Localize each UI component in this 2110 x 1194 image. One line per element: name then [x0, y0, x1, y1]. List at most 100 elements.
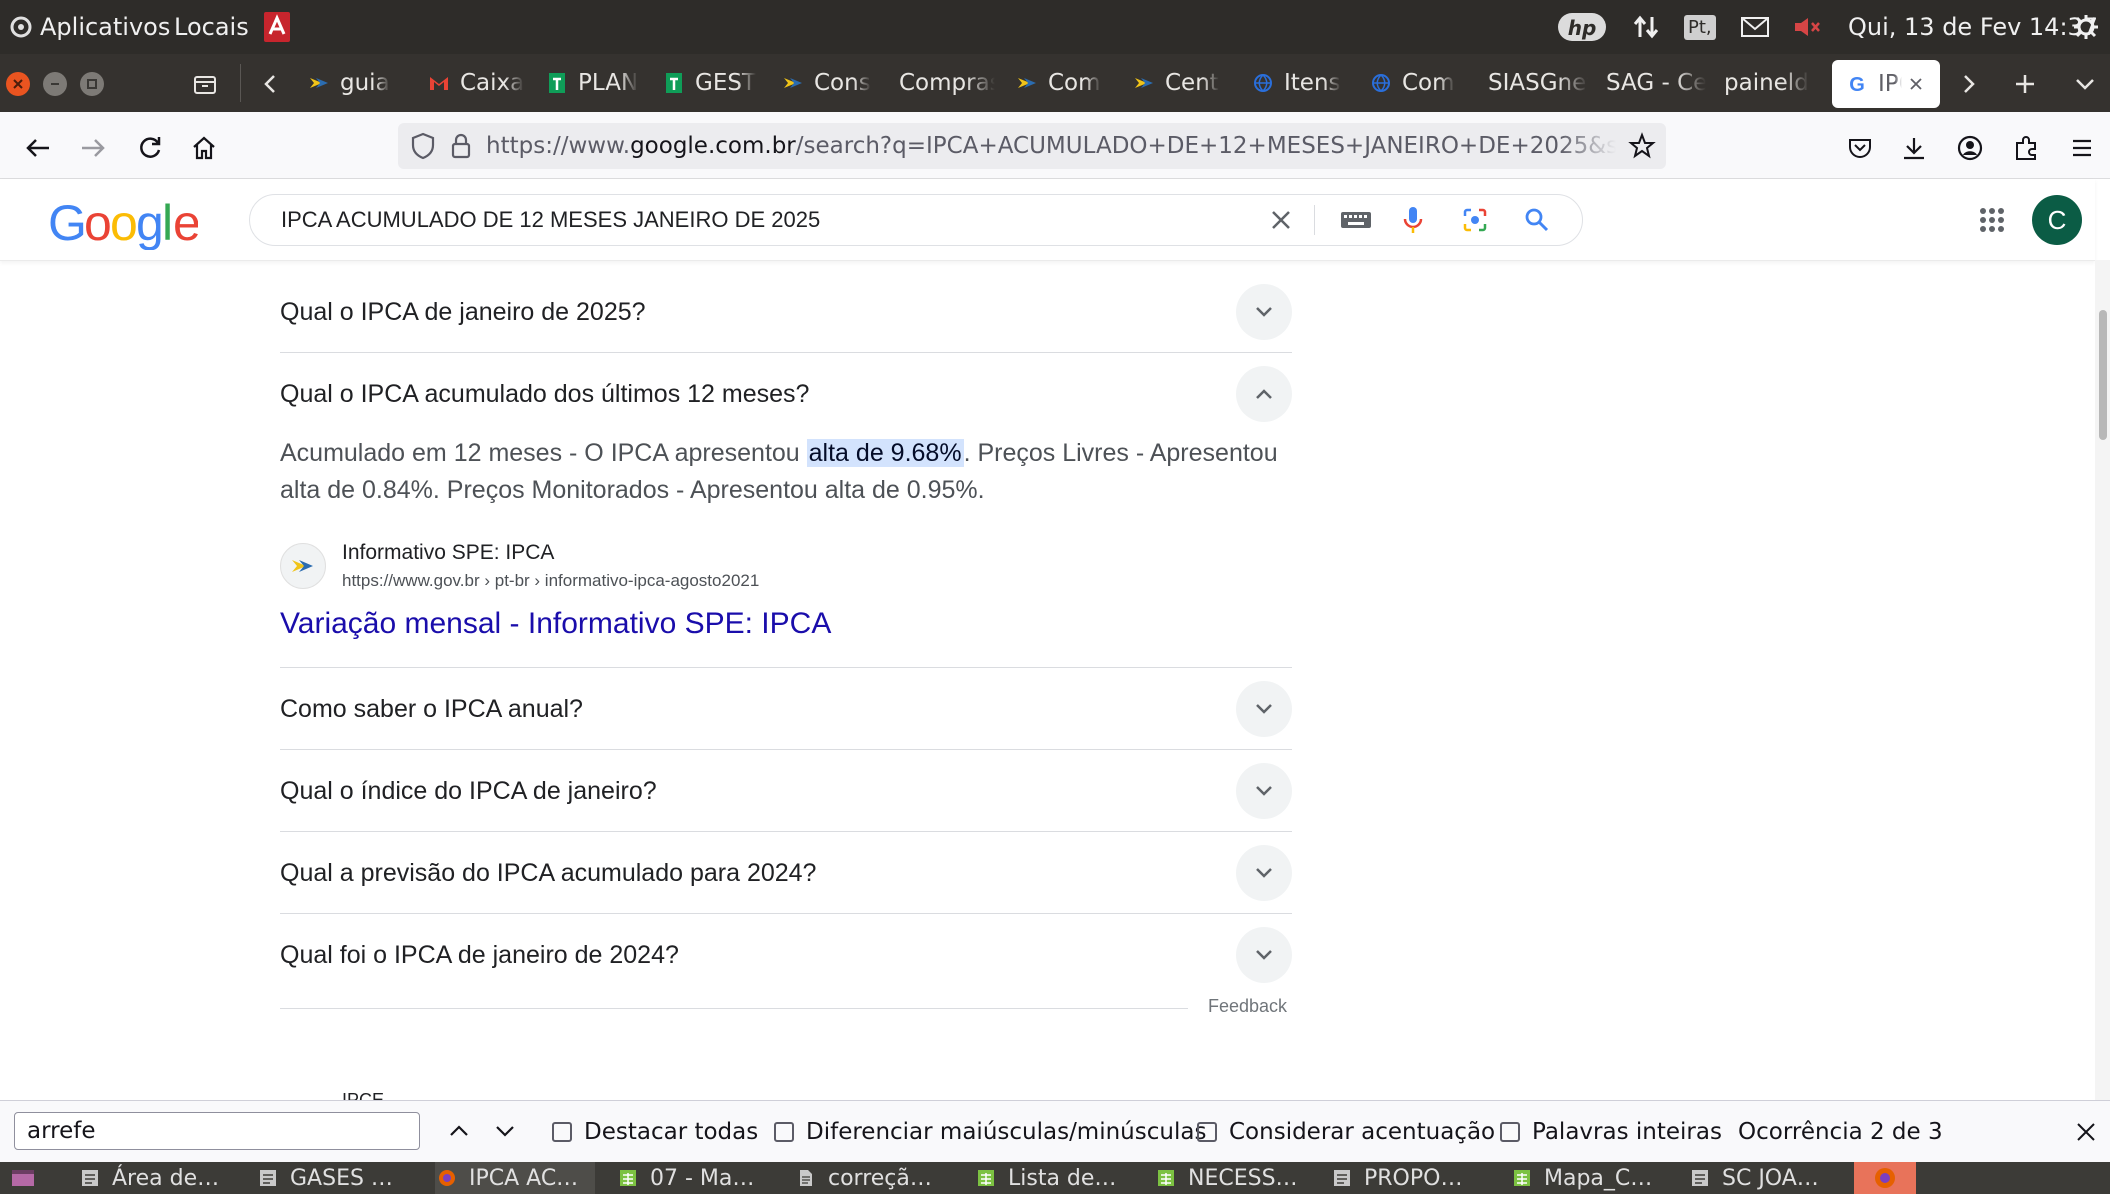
taskbar-item-0[interactable]: Área de… [80, 1162, 230, 1194]
source-favicon[interactable] [280, 543, 326, 589]
volume-muted-icon[interactable] [1792, 0, 1822, 54]
checkbox-box[interactable] [1500, 1122, 1520, 1142]
checkbox-box[interactable] [1197, 1122, 1217, 1142]
forward-button[interactable] [75, 130, 111, 166]
network-icon[interactable] [1632, 0, 1660, 54]
reload-button[interactable] [132, 130, 168, 166]
feedback-link[interactable]: Feedback [1208, 996, 1287, 1017]
window-maximize-button[interactable] [80, 72, 104, 96]
workspace-switcher-firefox[interactable] [1854, 1162, 1916, 1194]
voice-search-button[interactable] [1396, 203, 1430, 237]
keyboard-layout-indicator[interactable]: Pt, [1684, 0, 1716, 54]
expand-button[interactable] [1236, 927, 1292, 983]
back-button[interactable] [20, 130, 56, 166]
find-input[interactable]: arrefe [14, 1112, 420, 1150]
window-close-button[interactable] [6, 72, 30, 96]
tab-11[interactable]: SAG - Ce [1606, 54, 1706, 112]
clear-search-button[interactable] [1264, 203, 1298, 237]
whole-words-checkbox[interactable]: Palavras inteiras [1500, 1101, 1722, 1163]
question-row[interactable]: Qual a previsão do IPCA acumulado para 2… [280, 832, 1292, 914]
result-link[interactable]: Variação mensal - Informativo SPE: IPCA [280, 607, 831, 641]
question-row[interactable]: Qual o IPCA de janeiro de 2025? [280, 271, 1292, 353]
google-logo[interactable]: G o o g l e [48, 194, 201, 251]
shield-icon[interactable] [410, 132, 436, 160]
highlight-all-checkbox[interactable]: Destacar todas [552, 1101, 758, 1163]
applications-menu[interactable]: Aplicativos [10, 0, 170, 54]
pocket-button[interactable] [1842, 130, 1878, 166]
hp-icon[interactable]: hp [1556, 0, 1608, 54]
find-previous-button[interactable] [442, 1114, 476, 1148]
bookmark-star-icon[interactable] [1628, 132, 1656, 160]
find-next-button[interactable] [488, 1114, 522, 1148]
taskbar-item-7[interactable]: PROPO… [1332, 1162, 1482, 1194]
scrollbar-thumb[interactable] [2099, 310, 2107, 440]
taskbar-item-8[interactable]: Mapa_C… [1512, 1162, 1662, 1194]
list-all-tabs-button[interactable] [2070, 69, 2100, 99]
taskbar-item-3[interactable]: 07 - Ma… [618, 1162, 768, 1194]
tab-4[interactable]: Cons [782, 54, 882, 112]
places-menu[interactable]: Locais [174, 0, 249, 54]
question-row-expanded[interactable]: Qual o IPCA acumulado dos últimos 12 mes… [280, 353, 1292, 668]
tab-7[interactable]: Cent [1133, 54, 1235, 112]
tab-2[interactable]: PLAN [546, 54, 654, 112]
show-desktop-button[interactable] [10, 1167, 36, 1189]
taskbar-item-6[interactable]: NECESS… [1156, 1162, 1306, 1194]
tab-3[interactable]: GEST [663, 54, 769, 112]
tab-1[interactable]: Caixa [428, 54, 532, 112]
taskbar-item-9[interactable]: SC JOA… [1690, 1162, 1840, 1194]
settings-gear-icon[interactable] [2072, 0, 2100, 54]
home-button[interactable] [186, 130, 222, 166]
tab-12[interactable]: paineld [1724, 54, 1824, 112]
app-menu-button[interactable] [2064, 130, 2100, 166]
scroll-tabs-left-button[interactable] [256, 69, 284, 99]
tab-6[interactable]: Com [1016, 54, 1116, 112]
taskbar-item-1[interactable]: GASES … [258, 1162, 408, 1194]
lock-icon[interactable] [450, 133, 472, 159]
gov-arrow-icon [310, 78, 328, 88]
expand-button[interactable] [1236, 681, 1292, 737]
virtual-keyboard-button[interactable] [1336, 203, 1376, 237]
scroll-tabs-right-button[interactable] [1956, 69, 1982, 99]
new-tab-button[interactable] [2010, 69, 2040, 99]
search-box[interactable]: IPCA ACUMULADO DE 12 MESES JANEIRO DE 20… [249, 194, 1583, 246]
clock[interactable]: Qui, 13 de Fev 14:37 [1848, 0, 2098, 54]
extensions-button[interactable] [2008, 130, 2044, 166]
expand-button[interactable] [1236, 284, 1292, 340]
taskbar-item-4[interactable]: correçã… [796, 1162, 946, 1194]
question-row[interactable]: Qual foi o IPCA de janeiro de 2024? [280, 914, 1292, 996]
match-diacritics-checkbox[interactable]: Considerar acentuação [1197, 1101, 1495, 1163]
close-tab-icon[interactable] [1908, 76, 1924, 92]
taskbar-item-2[interactable]: IPCA AC… [435, 1162, 595, 1194]
question-row[interactable]: Como saber o IPCA anual? [280, 668, 1292, 750]
question-row[interactable]: Qual o índice do IPCA de janeiro? [280, 750, 1292, 832]
window-minimize-button[interactable] [43, 72, 67, 96]
google-apps-button[interactable] [1972, 200, 2012, 240]
source-url[interactable]: https://www.gov.br › pt-br › informativo… [342, 571, 759, 591]
match-case-checkbox[interactable]: Diferenciar maiúsculas/minúsculas [774, 1101, 1206, 1163]
pdf-launcher-icon[interactable] [262, 0, 292, 54]
downloads-button[interactable] [1896, 130, 1932, 166]
mail-icon[interactable] [1740, 0, 1770, 54]
collapse-button[interactable] [1236, 366, 1292, 422]
tab-5[interactable]: Compras [899, 54, 995, 112]
tab-active[interactable]: G IPCA [1832, 60, 1940, 108]
tab-8[interactable]: Itens [1252, 54, 1356, 112]
tab-overview-button[interactable] [190, 69, 220, 99]
tab-10[interactable]: SIASGnet [1488, 54, 1588, 112]
page-scrollbar[interactable] [2095, 260, 2110, 1100]
checkbox-box[interactable] [774, 1122, 794, 1142]
search-query-text[interactable]: IPCA ACUMULADO DE 12 MESES JANEIRO DE 20… [281, 195, 820, 245]
tab-9[interactable]: Com [1370, 54, 1472, 112]
account-button[interactable] [1952, 130, 1988, 166]
url-bar[interactable]: https://www.google.com.br/search?q=IPCA+… [398, 123, 1666, 169]
checkbox-box[interactable] [552, 1122, 572, 1142]
tab-0[interactable]: guia [308, 54, 412, 112]
close-find-bar-button[interactable] [2070, 1116, 2102, 1148]
taskbar-item-5[interactable]: Lista de… [976, 1162, 1126, 1194]
expand-button[interactable] [1236, 845, 1292, 901]
lens-search-button[interactable] [1458, 203, 1492, 237]
avatar[interactable]: C [2032, 195, 2082, 245]
expand-button[interactable] [1236, 763, 1292, 819]
search-submit-button[interactable] [1520, 203, 1554, 237]
source-name[interactable]: Informativo SPE: IPCA [342, 541, 554, 565]
